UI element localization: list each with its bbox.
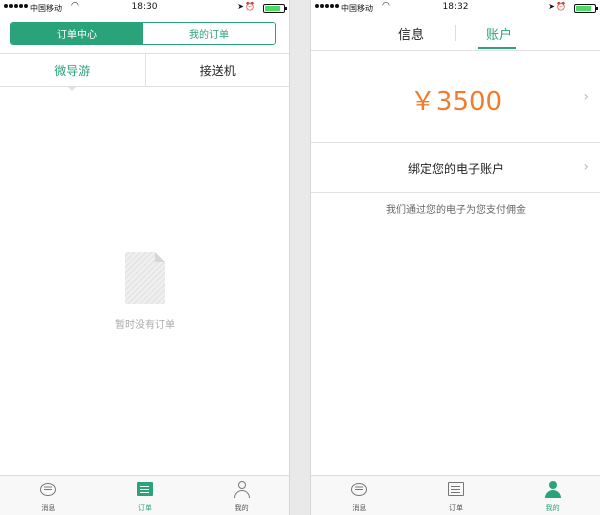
tab-label: 消息	[352, 504, 367, 512]
bottom-tab-bar: 消息 订单 我的	[311, 475, 600, 515]
order-icon	[135, 481, 155, 499]
tab-label: 我的	[234, 504, 249, 512]
message-icon	[38, 481, 58, 499]
tab-label: 订单	[138, 504, 152, 512]
bind-account-label: 绑定您的电子账户	[407, 162, 504, 176]
user-icon	[543, 481, 563, 499]
tab-info[interactable]: 信息	[398, 24, 424, 43]
status-bar: 中国移动 ◠ 18:32 ➤ ⏰	[311, 0, 600, 16]
screenshot-stage: 中国移动 ◠ 18:30 ➤ ⏰ 订单中心 我的订单 微导游 接送机 暂时没有订…	[0, 0, 600, 515]
bind-account-row[interactable]: 绑定您的电子账户 ›	[311, 143, 600, 193]
tab-label: 消息	[41, 504, 56, 512]
tab-label: 订单	[449, 504, 463, 512]
empty-state-text: 暂时没有订单	[115, 320, 175, 331]
tab-label: 我的	[545, 504, 560, 512]
status-bar: 中国移动 ◠ 18:30 ➤ ⏰	[0, 0, 289, 16]
alarm-icon: ⏰	[556, 2, 566, 11]
tab-orders[interactable]: 订单	[408, 476, 505, 515]
service-tabs: 微导游 接送机	[0, 53, 290, 91]
empty-state: 暂时没有订单	[0, 252, 289, 331]
order-segment-control: 订单中心 我的订单	[10, 22, 276, 45]
alarm-icon: ⏰	[245, 2, 255, 11]
document-icon	[125, 252, 165, 304]
account-screen: 中国移动 ◠ 18:32 ➤ ⏰ 信息 账户 ￥3500 › 绑定您的电子账户 …	[310, 0, 600, 515]
tab-orders[interactable]: 订单	[97, 476, 194, 515]
message-icon	[349, 481, 369, 499]
balance-amount: ￥3500	[409, 87, 503, 117]
tab-messages[interactable]: 消息	[0, 476, 97, 515]
order-icon	[446, 481, 466, 499]
active-tab-indicator	[478, 47, 516, 49]
user-icon	[232, 481, 252, 499]
tab-profile[interactable]: 我的	[193, 476, 289, 515]
chevron-right-icon: ›	[583, 89, 589, 105]
tab-micro-guide[interactable]: 微导游	[0, 54, 145, 91]
tab-messages[interactable]: 消息	[311, 476, 408, 515]
order-center-screen: 中国移动 ◠ 18:30 ➤ ⏰ 订单中心 我的订单 微导游 接送机 暂时没有订…	[0, 0, 290, 515]
chevron-right-icon: ›	[583, 159, 589, 175]
battery-icon	[574, 4, 598, 13]
account-tabs: 信息 账户	[311, 20, 600, 50]
bind-account-note: 我们通过您的电子为您支付佣金	[386, 205, 526, 216]
location-icon: ➤	[548, 2, 555, 11]
tab-profile[interactable]: 我的	[504, 476, 600, 515]
segment-order-center[interactable]: 订单中心	[11, 23, 143, 44]
bottom-tab-bar: 消息 订单 我的	[0, 475, 289, 515]
location-icon: ➤	[237, 2, 244, 11]
battery-icon	[263, 4, 287, 13]
tab-divider	[455, 25, 456, 41]
segment-my-orders[interactable]: 我的订单	[143, 23, 275, 44]
balance-row[interactable]: ￥3500 ›	[311, 51, 600, 143]
tab-airport-transfer[interactable]: 接送机	[144, 54, 290, 86]
tab-account[interactable]: 账户	[486, 24, 512, 43]
